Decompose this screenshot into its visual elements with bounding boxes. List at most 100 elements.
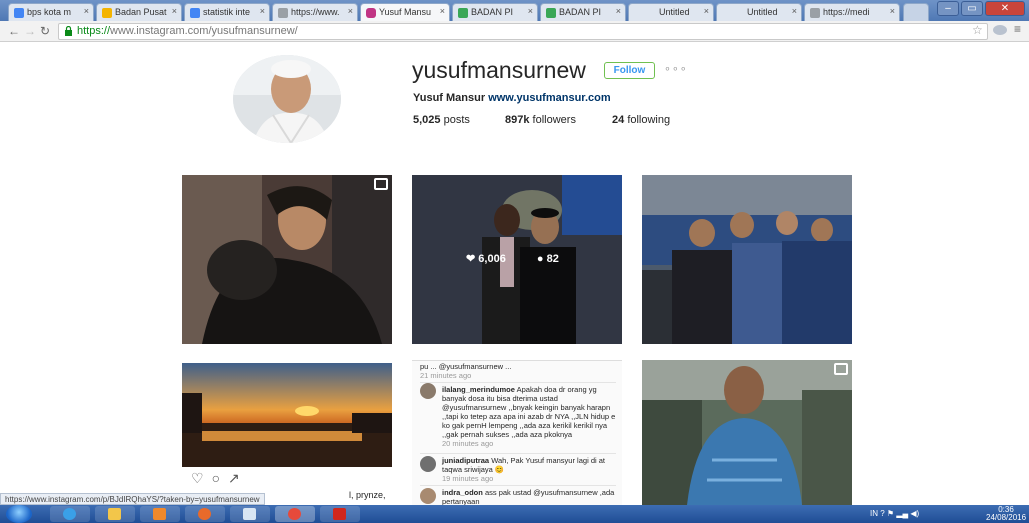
language-indicator[interactable]: IN (870, 509, 878, 518)
post-tile-4[interactable] (182, 363, 392, 467)
posts-label: posts (443, 114, 470, 126)
tab-2[interactable]: statistik inte × (184, 3, 270, 21)
close-tab-icon[interactable]: × (704, 6, 709, 16)
profile-website-link[interactable]: www.yusufmansur.com (488, 92, 610, 104)
post-hover-stats: ❤ 6,006 ● 82 (466, 252, 587, 265)
taskbar-ie[interactable] (50, 506, 90, 522)
tab-label: statistik inte (203, 7, 251, 17)
taskbar-media[interactable] (140, 506, 180, 522)
close-window-icon[interactable]: ✕ (985, 1, 1025, 16)
taskbar-firefox[interactable] (185, 506, 225, 522)
status-bar-url: https://www.instagram.com/p/BJdIRQhaYS/?… (0, 493, 265, 505)
followers-label: followers (532, 114, 576, 126)
back-arrow-icon[interactable]: ← (8, 24, 20, 38)
post-tile-6[interactable] (642, 360, 852, 505)
tab-3[interactable]: https://www. × (272, 3, 358, 21)
taskbar-clock[interactable]: 0:36 24/08/2016 (986, 506, 1026, 522)
close-tab-icon[interactable]: × (348, 6, 353, 16)
post-image (642, 360, 852, 505)
comment-item: ilalang_merindumoe Apakah doa dr orang y… (420, 382, 616, 450)
comment-avatar[interactable] (420, 488, 436, 504)
lock-icon (65, 26, 72, 36)
reload-icon[interactable]: ↻ (40, 24, 50, 38)
profile-username: yusufmansurnew (412, 57, 586, 83)
close-tab-icon[interactable]: × (528, 6, 533, 16)
taskbar-app[interactable] (230, 506, 270, 522)
comment-author[interactable]: ilalang_merindumoe (442, 385, 515, 394)
comment-top: pu ... @yusufmansurnew ... 21 minutes ag… (420, 362, 616, 380)
comment-icon[interactable]: ○ (212, 470, 228, 486)
taskbar-explorer[interactable] (95, 506, 135, 522)
share-icon[interactable]: ↗ (228, 470, 248, 486)
tab-8[interactable]: Untitled × (716, 3, 802, 21)
bps-icon (458, 8, 468, 18)
close-tab-icon[interactable]: × (84, 6, 89, 16)
comment-time: 20 minutes ago (442, 439, 494, 448)
taskbar-pdf[interactable] (320, 506, 360, 522)
taskbar-chrome[interactable] (275, 506, 315, 522)
comment-avatar[interactable] (420, 456, 436, 472)
bps-icon (102, 8, 112, 18)
close-tab-icon[interactable]: × (260, 6, 265, 16)
forward-arrow-icon[interactable]: → (24, 24, 36, 38)
page-icon (278, 8, 288, 18)
minimize-icon[interactable]: – (937, 1, 959, 16)
start-button[interactable] (6, 505, 32, 523)
tab-1[interactable]: Badan Pusat × (96, 3, 182, 21)
network-icon[interactable]: ▂▄ (896, 509, 908, 518)
flag-icon[interactable]: ⚑ (887, 509, 894, 518)
likes-count: 6,006 (478, 253, 506, 265)
tab-4-active[interactable]: Yusuf Mansu × (360, 3, 450, 22)
tab-0[interactable]: bps kota m × (8, 3, 94, 21)
firefox-icon (198, 508, 211, 520)
follow-button[interactable]: Follow (604, 62, 655, 79)
address-bar[interactable]: https://www.instagram.com/yusufmansurnew… (58, 23, 988, 40)
browser-window: bps kota m × Badan Pusat × statistik inte ×… (0, 0, 1029, 523)
tab-9[interactable]: https://medi × (804, 3, 900, 21)
profile-avatar[interactable] (233, 55, 341, 143)
following-stat[interactable]: 24 following (612, 114, 670, 126)
close-tab-icon[interactable]: × (616, 6, 621, 16)
followers-count: 897k (505, 114, 530, 126)
close-tab-icon[interactable]: × (440, 6, 445, 16)
post-tile-5-comments[interactable]: pu ... @yusufmansurnew ... 21 minutes ag… (412, 360, 622, 505)
heart-icon[interactable]: ♡ (191, 470, 212, 486)
close-tab-icon[interactable]: × (890, 6, 895, 16)
comment-avatar[interactable] (420, 383, 436, 399)
maximize-icon[interactable]: ▭ (961, 1, 983, 16)
followers-stat[interactable]: 897k followers (505, 114, 576, 126)
comment-author[interactable]: indra_odon (442, 488, 483, 497)
tab-label: https://medi (823, 7, 870, 17)
tab-label: Yusuf Mansu (379, 7, 432, 17)
tab-label: Untitled (747, 7, 778, 17)
extension-icon[interactable] (993, 25, 1007, 35)
more-options-icon[interactable]: ∘∘∘ (664, 62, 688, 75)
url-scheme: https:// (77, 25, 111, 37)
post-image (182, 175, 392, 344)
post-tile-2[interactable]: ❤ 6,006 ● 82 (412, 175, 622, 344)
tab-5[interactable]: BADAN PI × (452, 3, 538, 21)
tab-7[interactable]: Untitled × (628, 3, 714, 21)
post-tile-1[interactable] (182, 175, 392, 344)
post-tile-3[interactable] (642, 175, 852, 344)
pdf-reader-icon (333, 508, 346, 520)
bookmark-star-icon[interactable]: ☆ (972, 23, 983, 37)
close-tab-icon[interactable]: × (172, 6, 177, 16)
bps-icon (546, 8, 556, 18)
tab-6[interactable]: BADAN PI × (540, 3, 626, 21)
menu-icon[interactable]: ≡ (1014, 22, 1021, 36)
close-tab-icon[interactable]: × (792, 6, 797, 16)
tab-label: BADAN PI (471, 7, 514, 17)
internet-explorer-icon (63, 508, 76, 520)
tab-strip: bps kota m × Badan Pusat × statistik inte ×… (0, 0, 1029, 22)
comment-item: indra_odon ass pak ustad @yusufmansurnew… (420, 485, 616, 505)
volume-icon[interactable]: ◀) (910, 509, 919, 518)
app-icon (243, 508, 256, 520)
comment-author[interactable]: juniadiputraa (442, 456, 489, 465)
system-tray: IN ? ⚑ ▂▄ ◀) (870, 509, 919, 518)
help-icon[interactable]: ? (880, 509, 884, 518)
comments-stat: ● 82 (536, 253, 559, 265)
new-tab-button[interactable] (903, 3, 929, 21)
tab-label: BADAN PI (559, 7, 602, 17)
window-controls: – ▭ ✕ (937, 1, 1025, 16)
